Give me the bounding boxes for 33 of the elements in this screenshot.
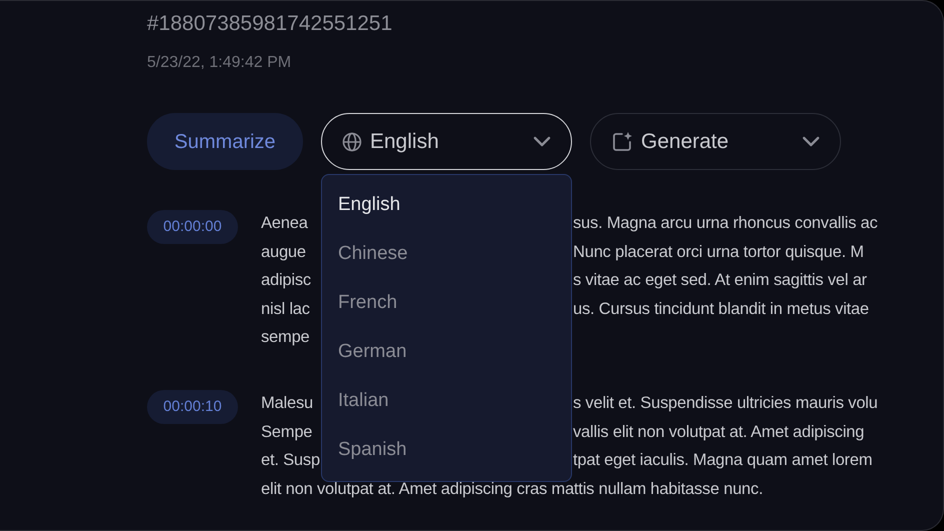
transcript-text: tpat eget iaculis. Magna quam amet lorem — [573, 450, 872, 472]
transcript-text: augue — [261, 242, 306, 261]
transcript-text: us. Cursus tincidunt blandit in metus vitae — [573, 298, 869, 320]
menu-item[interactable]: Spanish — [322, 426, 571, 475]
transcript-text: s vitae ac eget sed. At enim sagittis vel ar — [573, 270, 867, 292]
menu-item[interactable]: German — [322, 328, 571, 377]
summarize-button[interactable]: Summarize — [147, 113, 303, 170]
transcript-text: sus. Magna arcu urna rhoncus convallis ac — [573, 213, 878, 234]
menu-item[interactable]: Italian — [322, 377, 571, 426]
generate-select[interactable]: Generate — [590, 113, 841, 170]
transcript-text: s velit et. Suspendisse ultricies mauris volu — [573, 392, 878, 414]
menu-item[interactable]: English — [322, 181, 571, 230]
transcript-text: nisl lac — [261, 300, 310, 318]
chevron-icon — [533, 136, 551, 147]
transcript-text: sempe — [261, 327, 310, 348]
menu-item[interactable]: Chinese — [322, 230, 571, 279]
record-id: #18807385981742551251 — [147, 11, 394, 37]
transcript-text: Malesu — [261, 394, 313, 412]
timestamp-button[interactable]: 00:00:10 — [147, 390, 238, 424]
timestamp: 5/23/22, 1:49:42 PM — [147, 53, 292, 73]
chevron-icon — [802, 136, 820, 147]
transcript-text: elit non volutpat at. Amet adipiscing cras mattis nullam habitasse nunc. — [261, 478, 763, 500]
menu-item[interactable]: French — [322, 279, 571, 328]
sparkle-square-icon — [611, 130, 633, 152]
transcript-text: vallis elit non volutpat at. Amet adipiscing — [573, 422, 864, 443]
language-select[interactable]: English — [321, 113, 572, 170]
transcript-text: adipisc — [261, 271, 311, 290]
transcript-text: Nunc placerat orci urna tortor quisque. M — [573, 242, 864, 263]
globe-icon — [342, 132, 362, 152]
transcript-text: Sempe — [261, 422, 312, 441]
transcript-text: Aenea — [261, 214, 308, 232]
timestamp-button[interactable]: 00:00:00 — [147, 210, 238, 244]
transcript-text: et. Susp — [261, 451, 320, 470]
